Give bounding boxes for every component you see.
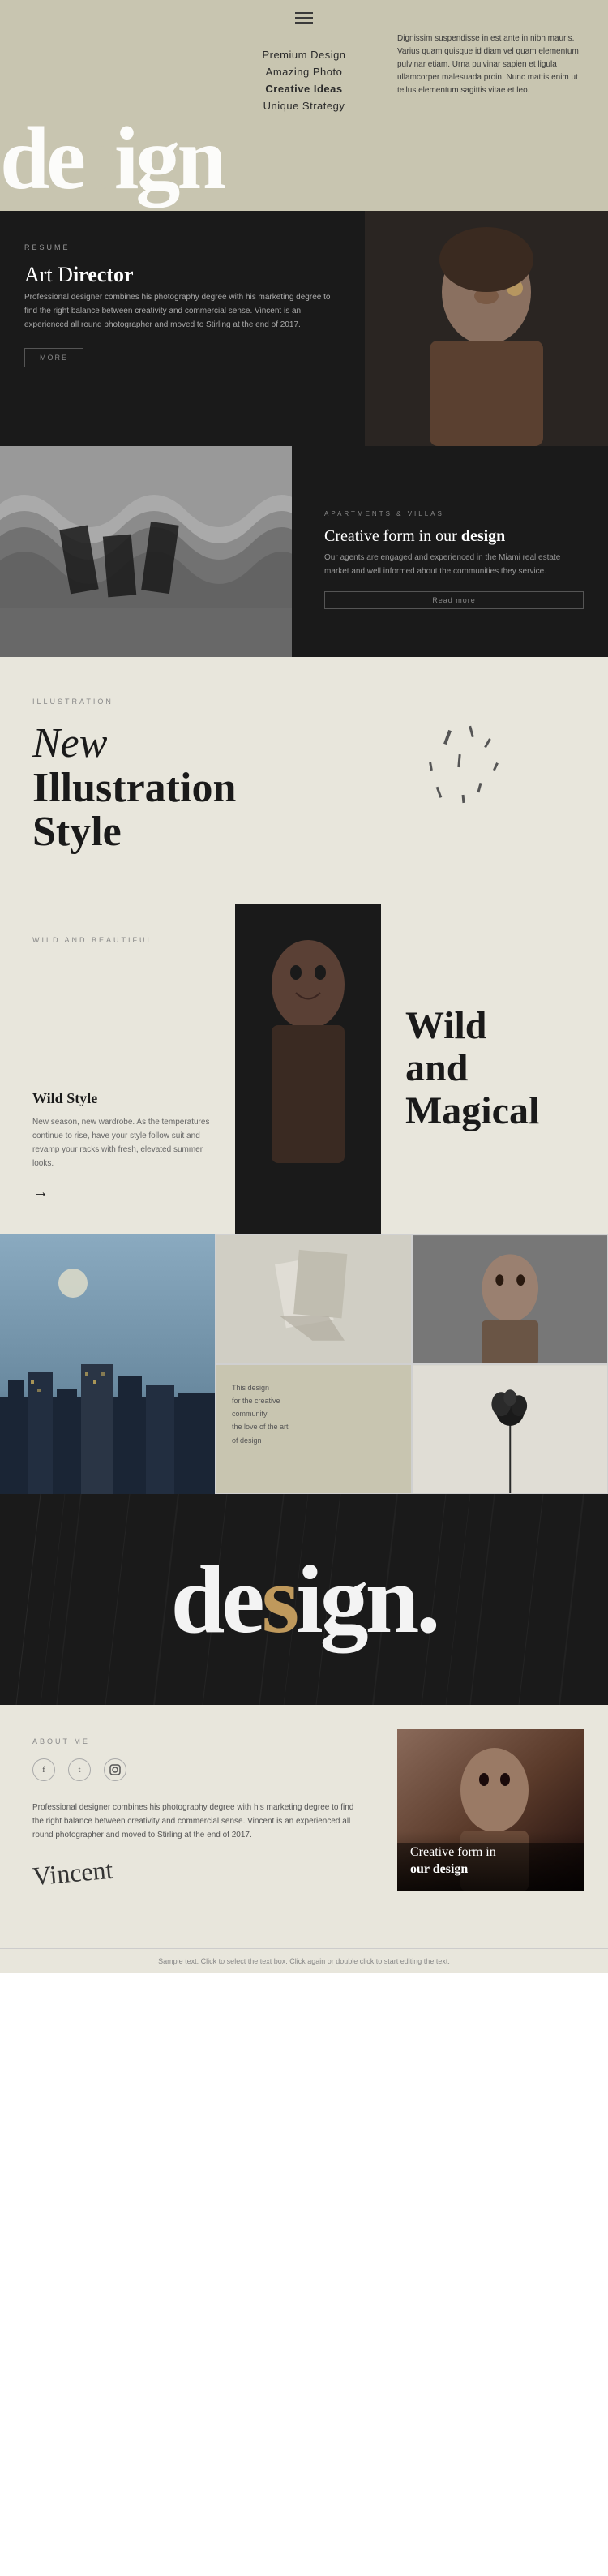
resume-label: RESUME: [24, 243, 340, 251]
about-description: Professional designer combines his photo…: [32, 1801, 357, 1842]
wild-style-description: New season, new wardrobe. As the tempera…: [32, 1115, 211, 1170]
nav-item-premium[interactable]: Premium Design: [262, 49, 345, 61]
art-director-description: Professional designer combines his photo…: [24, 290, 340, 332]
art-director-title: Art Director: [24, 263, 340, 287]
creative-form-title: Creative form in our design: [324, 527, 584, 546]
art-director-photo: [365, 211, 608, 446]
read-more-button[interactable]: Read more: [324, 591, 584, 609]
portrait-svg: [365, 211, 608, 446]
hero-section: Premium Design Amazing Photo Creative Id…: [0, 0, 608, 211]
grid-text-content: This designfor the creativecommunitythe …: [232, 1384, 289, 1445]
footer-sample: Sample text. Click to select the text bo…: [0, 1948, 608, 1973]
social-icons-group: f t: [32, 1758, 357, 1781]
art-director-section: RESUME Art Director Professional designe…: [0, 211, 608, 446]
grid-small-portrait: [412, 1234, 608, 1364]
more-button[interactable]: MORE: [24, 348, 83, 367]
wild-left-panel: WILD AND BEAUTIFUL Wild Style New season…: [0, 904, 235, 1234]
nav-item-creative[interactable]: Creative Ideas: [262, 83, 345, 95]
grid-text-cell: This designfor the creativecommunitythe …: [215, 1364, 412, 1494]
title-bold: irector: [73, 263, 134, 286]
creative-form-section: APARTMENTS & VILLAS Creative form in our…: [0, 446, 608, 657]
wild-beautiful-section: WILD AND BEAUTIFUL Wild Style New season…: [0, 904, 608, 1234]
wild-style-title: Wild Style: [32, 1090, 211, 1107]
about-label: ABOUT ME: [32, 1737, 357, 1745]
about-left-panel: ABOUT ME f t Professional designer combi…: [0, 1705, 381, 1948]
about-photo-title: Creative form in our design: [410, 1844, 571, 1878]
about-portrait-photo: Creative form in our design: [397, 1729, 584, 1891]
creative-form-description: Our agents are engaged and experienced i…: [324, 551, 584, 578]
hero-description: Dignissim suspendisse in est ante in nib…: [397, 32, 592, 97]
wild-portrait-photo: [235, 904, 381, 1234]
creative-form-photo: [0, 446, 292, 657]
art-director-info: RESUME Art Director Professional designe…: [0, 211, 365, 446]
wave-svg: [0, 446, 292, 657]
hero-right-panel: Dignissim suspendisse in est ante in nib…: [381, 0, 608, 211]
title-prefix: Art D: [24, 263, 73, 286]
signature: Vincent: [32, 1855, 114, 1892]
nav-item-amazing[interactable]: Amazing Photo: [262, 66, 345, 78]
twitter-icon[interactable]: t: [68, 1758, 91, 1781]
illustration-label: ILLUSTRATION: [32, 698, 576, 706]
creative-form-info: APARTMENTS & VILLAS Creative form in our…: [292, 446, 608, 657]
wild-right-panel: WildandMagical: [381, 904, 608, 1234]
apartments-label: APARTMENTS & VILLAS: [324, 510, 584, 517]
footer-sample-text: Sample text. Click to select the text bo…: [32, 1957, 576, 1965]
grid-rose-photo: [412, 1364, 608, 1494]
facebook-icon[interactable]: f: [32, 1758, 55, 1781]
grid-city-photo: [0, 1234, 215, 1494]
hero-navigation: Premium Design Amazing Photo Creative Id…: [262, 49, 345, 117]
instagram-icon[interactable]: [104, 1758, 126, 1781]
scatter-decoration: [413, 722, 511, 823]
about-section: ABOUT ME f t Professional designer combi…: [0, 1705, 608, 1948]
about-photo-overlay: Creative form in our design: [397, 1831, 584, 1891]
hero-design-word: design: [0, 114, 224, 203]
wild-beautiful-label: WILD AND BEAUTIFUL: [32, 936, 211, 944]
nav-item-unique[interactable]: Unique Strategy: [262, 100, 345, 112]
design-dark-section: design.: [0, 1494, 608, 1705]
photo-grid-section: This designfor the creativecommunitythe …: [0, 1234, 608, 1494]
arrow-right-icon[interactable]: →: [32, 1183, 211, 1202]
about-right-panel: Creative form in our design: [381, 1705, 608, 1948]
grid-abstract-photo: [215, 1234, 412, 1364]
wild-magical-title: WildandMagical: [405, 1005, 584, 1133]
illustration-section: ILLUSTRATION New Illustration Style: [0, 657, 608, 904]
design-dark-word: design.: [171, 1551, 438, 1648]
